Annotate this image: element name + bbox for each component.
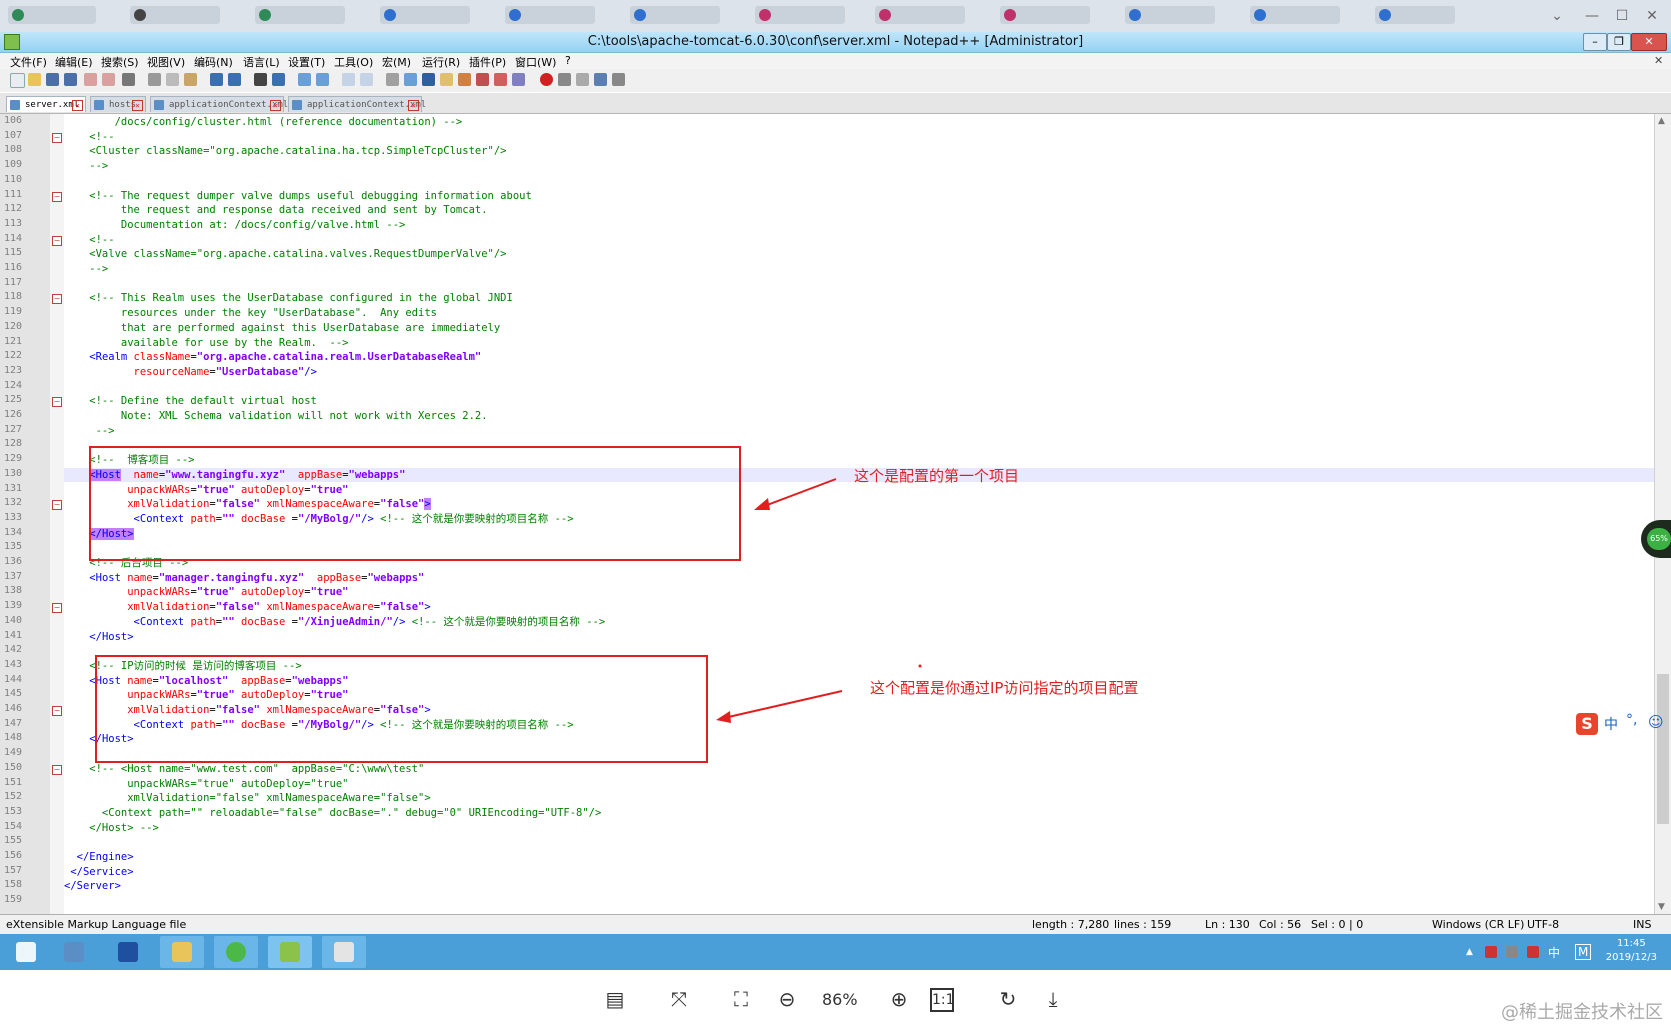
annotation-first-project: 这个是配置的第一个项目 — [854, 467, 1020, 485]
tray-ime-icon[interactable]: 中 — [1548, 944, 1560, 961]
zoom-in-icon[interactable]: ⊕ — [885, 986, 913, 1012]
start-button[interactable] — [4, 936, 48, 968]
taskbar-browser[interactable] — [214, 936, 258, 968]
punctuation-icon[interactable]: °, — [1626, 712, 1637, 728]
arrow-head-1 — [754, 498, 770, 510]
download-icon[interactable]: ⤓ — [1039, 986, 1067, 1012]
speed-badge[interactable]: 65% — [1641, 520, 1671, 558]
speed-badge-value: 65% — [1647, 528, 1671, 550]
taskbar-powershell[interactable] — [106, 936, 150, 968]
actual-size-icon[interactable]: 1:1 — [930, 988, 955, 1012]
cursor-column: Col : 56 — [1259, 918, 1302, 931]
tray-security-icon[interactable] — [1527, 946, 1539, 958]
notepadpp-icon — [280, 942, 300, 962]
clock-time: 11:45 — [1616, 938, 1646, 949]
clock-date: 2019/12/3 — [1605, 952, 1657, 963]
selection-info: Sel : 0 | 0 — [1311, 918, 1364, 931]
folder-icon — [172, 942, 192, 962]
ime-mode[interactable]: 中 — [1604, 714, 1618, 734]
file-type: eXtensible Markup Language file — [6, 918, 187, 931]
java-icon — [334, 942, 354, 962]
taskbar-notepadpp[interactable] — [268, 936, 312, 968]
red-dot — [918, 664, 922, 668]
emoji-icon[interactable]: ☺ — [1648, 713, 1664, 731]
arrow-head-2 — [716, 711, 731, 723]
taskbar: ▲ 中 M 11:45 2019/12/3 — [0, 934, 1671, 970]
annotation-arrow-2 — [723, 690, 843, 719]
ime-toolbar[interactable]: S 中 °, ☺ — [1574, 711, 1671, 737]
encoding[interactable]: UTF-8 — [1527, 918, 1559, 931]
system-clock[interactable]: 11:45 2019/12/3 — [1606, 937, 1657, 965]
annotation-ip-project: 这个配置是你通过IP访问指定的项目配置 — [870, 679, 1139, 697]
taskbar-explorer[interactable] — [160, 936, 204, 968]
cursor-line: Ln : 130 — [1205, 918, 1250, 931]
watermark: @稀土掘金技术社区 — [1501, 1002, 1663, 1023]
tray-network-icon[interactable] — [1485, 946, 1497, 958]
insert-mode[interactable]: INS — [1633, 918, 1651, 931]
doc-length: length : 7,280 — [1032, 918, 1110, 931]
image-viewer-toolbar: ▤ ⤧ ⛶ ⊖ 86% ⊕ 1:1 ↻ ⤓ @稀土掘金技术社区 — [0, 970, 1671, 1028]
sogou-logo-icon: S — [1576, 713, 1598, 735]
tray-m-icon[interactable]: M — [1575, 944, 1592, 960]
fit-screen-icon[interactable]: ⤧ — [665, 986, 693, 1012]
full-size-icon[interactable]: ⛶ — [727, 986, 755, 1012]
taskbar-server-manager[interactable] — [52, 936, 96, 968]
zoom-level: 86% — [822, 990, 858, 1009]
layout-icon[interactable]: ▤ — [601, 986, 629, 1012]
doc-lines: lines : 159 — [1114, 918, 1172, 931]
server-manager-icon — [64, 942, 84, 962]
tray-app-icon[interactable] — [1506, 946, 1518, 958]
eol-format[interactable]: Windows (CR LF) — [1432, 918, 1524, 931]
status-bar: eXtensible Markup Language file length :… — [0, 914, 1671, 934]
rotate-icon[interactable]: ↻ — [994, 986, 1022, 1012]
zoom-out-icon[interactable]: ⊖ — [773, 986, 801, 1012]
browser-icon — [226, 942, 246, 962]
annotation-arrows — [716, 478, 922, 723]
annotation-arrow-1 — [761, 478, 837, 508]
tray-expand-icon[interactable]: ▲ — [1466, 947, 1473, 957]
windows-logo-icon — [16, 942, 36, 962]
powershell-icon — [118, 942, 138, 962]
taskbar-java[interactable] — [322, 936, 366, 968]
